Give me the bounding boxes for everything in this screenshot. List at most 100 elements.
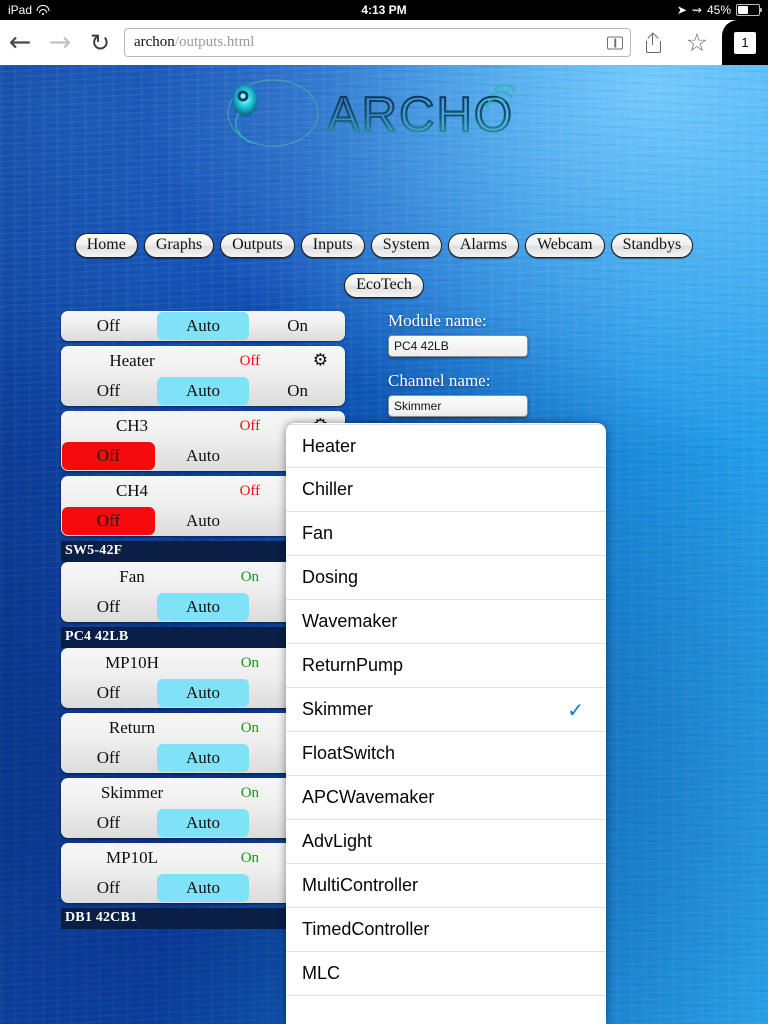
forward-button[interactable]: → xyxy=(40,20,80,65)
nav-item-standbys[interactable]: Standbys xyxy=(610,233,694,259)
function-option-item[interactable]: Skimmer ✓ xyxy=(286,688,606,732)
reader-view-icon[interactable] xyxy=(607,36,623,49)
function-option-label: AdvLight xyxy=(302,831,373,851)
tabs-button[interactable]: 1 xyxy=(722,20,768,65)
channel-name-label: CH3 xyxy=(115,416,149,435)
mode-option-off[interactable]: Off xyxy=(62,312,155,340)
nav-item-webcam[interactable]: Webcam xyxy=(524,233,605,259)
function-option-label: Chiller xyxy=(302,479,354,499)
function-option-item[interactable]: ReturnPump xyxy=(286,644,606,688)
function-option-label: MLC xyxy=(302,963,341,983)
mode-option-off[interactable]: Off xyxy=(62,507,155,535)
svg-text:ARCHON: ARCHON xyxy=(327,88,515,142)
channel-status-label: On xyxy=(240,719,260,736)
channel-status-label: On xyxy=(240,654,260,671)
function-option-label: Dosing xyxy=(302,567,359,587)
ios-status-bar: iPad 4:13 PM ➤ ⇝ 45% xyxy=(0,0,768,20)
star-icon: ☆ xyxy=(685,28,709,57)
output-channel-card: Heater Off ⚙ Off Auto On xyxy=(61,346,345,406)
mode-option-auto[interactable]: Auto xyxy=(156,744,250,772)
mode-option-auto[interactable]: Auto xyxy=(156,312,250,340)
function-option-label: TimedController xyxy=(302,919,430,939)
ipad-safari-screen: iPad 4:13 PM ➤ ⇝ 45% ← → ↻ archon/output… xyxy=(0,0,768,1024)
tab-count-label: 1 xyxy=(734,31,756,54)
url-text: archon/outputs.html xyxy=(134,34,254,51)
channel-status-label: Off xyxy=(239,482,261,499)
safari-toolbar: ← → ↻ archon/outputs.html ☆ 1 xyxy=(0,20,768,65)
mode-option-on[interactable]: On xyxy=(251,377,344,405)
channel-status-label: On xyxy=(240,568,260,585)
mode-option-auto[interactable]: Auto xyxy=(157,507,250,535)
url-host: archon xyxy=(134,34,175,50)
channel-mode-switch: OffAutoOn xyxy=(61,311,345,341)
nav-item-graphs[interactable]: Graphs xyxy=(143,233,215,259)
nav-item-home[interactable]: Home xyxy=(74,233,138,259)
secondary-navigation: EcoTech xyxy=(0,273,768,299)
mode-option-auto[interactable]: Auto xyxy=(156,679,250,707)
function-option-item[interactable]: Heater xyxy=(286,424,606,468)
forward-arrow-icon: → xyxy=(48,27,72,58)
function-option-item[interactable]: Chiller xyxy=(286,468,606,512)
function-option-label: Heater xyxy=(302,435,357,456)
channel-name-label: MP10L xyxy=(106,848,158,867)
mode-option-auto[interactable]: Auto xyxy=(156,874,250,902)
mode-option-off[interactable]: Off xyxy=(62,679,155,707)
back-button[interactable]: ← xyxy=(0,20,40,65)
nav-item-ecotech[interactable]: EcoTech xyxy=(344,273,424,299)
mode-option-on[interactable]: On xyxy=(251,312,344,340)
url-path: /outputs.html xyxy=(174,34,255,50)
mode-option-off[interactable]: Off xyxy=(62,809,155,837)
module-name-field[interactable]: PC4 42LB xyxy=(388,335,528,357)
channel-name-label: MP10H xyxy=(105,653,159,672)
mode-option-off[interactable]: Off xyxy=(62,593,155,621)
function-option-item[interactable]: TimedController xyxy=(286,908,606,952)
mode-option-off[interactable]: Off xyxy=(62,744,155,772)
mode-option-auto[interactable]: Auto xyxy=(157,442,250,470)
archon-logo: ARCHON xyxy=(215,77,515,153)
mode-option-off[interactable]: Off xyxy=(62,377,155,405)
channel-status-label: On xyxy=(240,849,260,866)
channel-status-label: Off xyxy=(239,417,261,434)
channel-name-field[interactable]: Skimmer xyxy=(388,395,528,417)
mode-option-auto[interactable]: Auto xyxy=(156,593,250,621)
nav-item-inputs[interactable]: Inputs xyxy=(300,233,365,259)
mode-option-off[interactable]: Off xyxy=(62,874,155,902)
reload-icon: ↻ xyxy=(89,28,111,57)
function-option-label: FloatSwitch xyxy=(302,743,396,763)
function-option-item[interactable]: AdvLight xyxy=(286,820,606,864)
mode-option-auto[interactable]: Auto xyxy=(156,377,250,405)
channel-status-label: On xyxy=(240,784,260,801)
back-arrow-icon: ← xyxy=(8,27,32,58)
bookmark-button[interactable]: ☆ xyxy=(675,20,719,65)
battery-icon xyxy=(736,4,762,16)
status-bar-right: ➤ ⇝ 45% xyxy=(677,3,762,17)
nav-item-outputs[interactable]: Outputs xyxy=(220,233,295,259)
function-option-item[interactable]: MultiController xyxy=(286,864,606,908)
function-option-label: MultiController xyxy=(302,875,419,895)
function-options-popover: Heater Chiller Fan Dosing Wavemaker ReturnPum… xyxy=(286,423,606,1024)
function-option-item[interactable]: Fan xyxy=(286,512,606,556)
share-button[interactable] xyxy=(631,20,675,65)
function-option-item[interactable]: APCWavemaker xyxy=(286,776,606,820)
output-channel-card: Off Auto On xyxy=(61,311,345,341)
function-option-label: Skimmer xyxy=(302,699,373,719)
function-option-item[interactable]: Dosing xyxy=(286,556,606,600)
function-option-label: APCWavemaker xyxy=(302,787,435,807)
channel-name-label: Fan xyxy=(119,567,145,586)
mode-option-off[interactable]: Off xyxy=(62,442,155,470)
site-header: ARCHON xyxy=(0,75,768,155)
primary-navigation: Home Graphs Outputs Inputs System Alarms… xyxy=(0,233,768,259)
function-options-list: Heater Chiller Fan Dosing Wavemaker ReturnPum… xyxy=(286,423,606,996)
reload-button[interactable]: ↻ xyxy=(80,20,120,65)
address-bar[interactable]: archon/outputs.html xyxy=(124,28,631,57)
channel-name-label: CH4 xyxy=(115,481,149,500)
nav-item-system[interactable]: System xyxy=(370,233,442,259)
function-option-item[interactable]: Wavemaker xyxy=(286,600,606,644)
nav-item-alarms[interactable]: Alarms xyxy=(447,233,519,259)
function-option-item[interactable]: MLC xyxy=(286,952,606,996)
function-option-item[interactable]: FloatSwitch xyxy=(286,732,606,776)
gear-icon[interactable]: ⚙ xyxy=(313,352,328,370)
mode-option-auto[interactable]: Auto xyxy=(156,809,250,837)
channel-mode-switch: OffAutoOn xyxy=(61,376,345,406)
battery-percent-label: 45% xyxy=(706,3,731,17)
